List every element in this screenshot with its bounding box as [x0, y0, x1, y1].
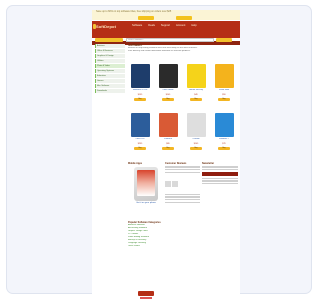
product-price: $59 — [222, 94, 226, 96]
category-button[interactable] — [95, 38, 123, 42]
review-thumb — [165, 181, 171, 188]
product-box-image[interactable] — [186, 113, 206, 137]
footer-logo[interactable] — [138, 291, 154, 296]
product-card[interactable]: Office Pro $299 Buy — [128, 113, 152, 151]
product-price: $49 — [194, 94, 198, 96]
sidebar-item[interactable]: Education — [95, 73, 125, 79]
product-box-image[interactable] — [214, 64, 234, 88]
sidebar-item[interactable]: Mac Software — [95, 83, 125, 89]
category-link[interactable]: Office Suites — [128, 245, 188, 248]
buy-button[interactable]: Buy — [134, 147, 146, 151]
sidebar-item[interactable]: Utilities — [95, 58, 125, 64]
product-box-image[interactable] — [130, 64, 150, 88]
product-card[interactable]: Office Home $149 Buy — [156, 64, 180, 102]
buy-button[interactable]: Buy — [162, 98, 174, 102]
reviews-panel: Customer Reviews — [165, 162, 200, 204]
review-thumb — [172, 181, 178, 188]
panel-heading: Customer Reviews — [165, 162, 187, 165]
notice-button-secondary[interactable] — [176, 16, 192, 20]
notice-text: Save up to 60% on top software titles, f… — [96, 10, 172, 13]
nav-item[interactable]: Software — [132, 24, 142, 27]
product-box-image[interactable] — [214, 113, 234, 137]
buy-button[interactable]: Buy — [190, 147, 202, 151]
sidebar-item[interactable]: Antivirus — [95, 44, 125, 49]
product-card[interactable]: Photo Suite $59 Buy — [212, 64, 236, 102]
sidebar-item[interactable]: Games — [95, 78, 125, 84]
nav-item[interactable]: Account — [176, 24, 185, 27]
panel-heading: Newsletter — [202, 162, 215, 165]
product-price: $149 — [165, 94, 171, 96]
newsletter-panel: Newsletter — [202, 162, 238, 186]
webpage-screenshot: Save up to 60% on top software titles, f… — [92, 10, 240, 299]
nav-item[interactable]: Deals — [148, 24, 155, 27]
product-row: Office Pro $299 Buy Premiere $89 Buy Out… — [128, 113, 236, 151]
buy-button[interactable]: Buy — [134, 98, 146, 102]
product-card[interactable]: Windows 10 Pro $199 Buy — [128, 64, 152, 102]
search-button[interactable] — [216, 38, 232, 42]
brand-logo[interactable]: SoftDepot — [96, 24, 116, 29]
search-input[interactable]: Search software... — [126, 38, 214, 42]
product-price: $109 — [193, 143, 199, 145]
buy-button[interactable]: Buy — [190, 98, 202, 102]
top-nav: Software Deals Support Account Help — [132, 24, 197, 27]
newsletter-banner[interactable] — [202, 172, 238, 177]
site-header: SoftDepot Software Deals Support Account… — [92, 21, 240, 45]
product-box-image[interactable] — [158, 113, 178, 137]
phone-image[interactable] — [134, 167, 158, 201]
product-box-image[interactable] — [158, 64, 178, 88]
product-price: $199 — [137, 94, 143, 96]
sidebar-item[interactable]: Graphics & Design — [95, 53, 125, 59]
product-price: $299 — [137, 143, 143, 145]
category-sidebar: Antivirus Office & Business Graphics & D… — [95, 44, 125, 94]
sidebar-item[interactable]: Downloads — [95, 88, 125, 94]
sidebar-item[interactable]: Operating Systems — [95, 68, 125, 74]
sidebar-item[interactable]: Office & Business — [95, 48, 125, 54]
product-row: Windows 10 Pro $199 Buy Office Home $149… — [128, 64, 236, 102]
intro-text: Free delivery and instant downloads avai… — [128, 50, 191, 52]
product-box-image[interactable] — [130, 113, 150, 137]
mobile-app-panel: Mobile Apps Get it on your phone — [128, 162, 164, 204]
buy-button[interactable]: Buy — [218, 147, 230, 151]
product-card[interactable]: Windows 7 $79 Buy — [212, 113, 236, 151]
panel-heading: Mobile Apps — [128, 162, 143, 165]
product-price: $89 — [166, 143, 170, 145]
product-card[interactable]: Premiere $89 Buy — [156, 113, 180, 151]
product-card[interactable]: Norton Security $49 Buy — [184, 64, 208, 102]
featured-categories: Popular Software Categories Antivirus So… — [128, 221, 188, 248]
product-box-image[interactable] — [186, 64, 206, 88]
buy-button[interactable]: Buy — [218, 98, 230, 102]
buy-button[interactable]: Buy — [162, 147, 174, 151]
panel-caption[interactable]: Get it on your phone — [128, 202, 164, 204]
nav-item[interactable]: Support — [161, 24, 170, 27]
content-intro: Software Browse our top-selling software… — [128, 43, 238, 53]
sidebar-item[interactable]: Photo & Video — [95, 63, 125, 69]
product-price: $79 — [222, 143, 226, 145]
nav-item[interactable]: Help — [191, 24, 196, 27]
notice-bar: Save up to 60% on top software titles, f… — [92, 10, 240, 20]
notice-button[interactable] — [138, 16, 154, 20]
product-card[interactable]: Outlook $109 Buy — [184, 113, 208, 151]
